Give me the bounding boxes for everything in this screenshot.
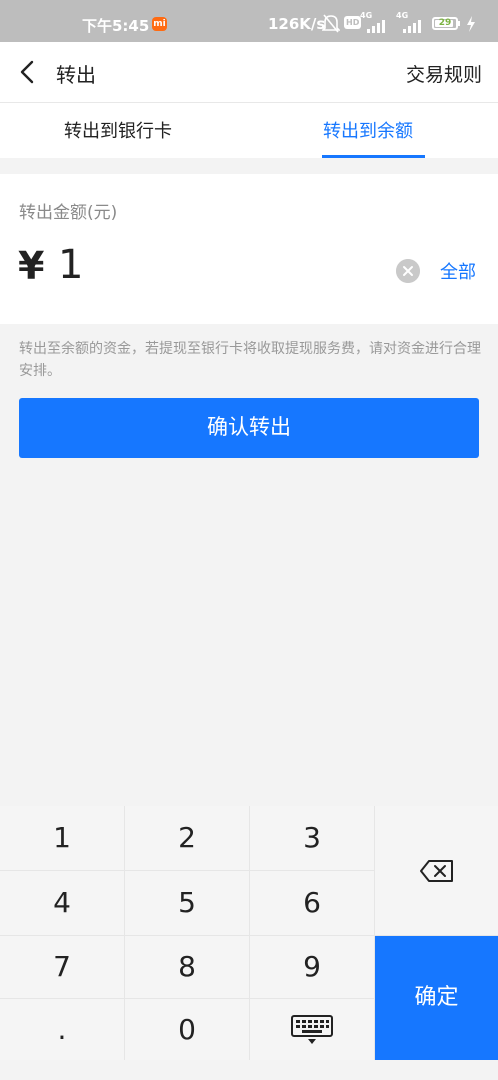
bell-muted-icon [322,14,340,33]
key-0[interactable]: 0 [125,999,249,1060]
signal-icon [367,20,385,33]
all-amount-button[interactable]: 全部 [440,258,476,284]
key-dot[interactable]: . [0,999,124,1060]
signal-icon-2 [403,20,421,33]
hd-icon: HD [344,16,362,29]
confirm-transfer-button[interactable]: 确认转出 [19,398,479,458]
amount-card: 转出金额(元) ¥ 1 全部 [0,174,498,324]
battery-icon: 29 [432,17,458,30]
network-speed: 126K/s [268,15,326,33]
status-bar: 下午5:45 mi 126K/s HD 4G 4G 29 [0,0,498,42]
key-5[interactable]: 5 [125,871,249,935]
key-7[interactable]: 7 [0,936,124,998]
key-6[interactable]: 6 [250,871,374,935]
fee-notice: 转出至余额的资金，若提现至银行卡将收取提现服务费，请对资金进行合理安排。 [19,341,481,379]
status-time: 下午5:45 [82,17,150,35]
charging-icon [467,16,475,32]
backspace-key[interactable] [375,806,498,935]
key-8[interactable]: 8 [125,936,249,998]
trade-rules-link[interactable]: 交易规则 [406,60,482,87]
amount-label: 转出金额(元) [19,203,118,223]
backspace-icon [420,860,453,882]
clear-icon[interactable] [396,259,420,283]
key-2[interactable]: 2 [125,806,249,870]
key-4[interactable]: 4 [0,871,124,935]
back-arrow-icon[interactable] [14,58,42,86]
page-header: 转出 交易规则 [0,42,498,103]
key-9[interactable]: 9 [250,936,374,998]
key-3[interactable]: 3 [250,806,374,870]
battery-level: 29 [438,18,452,28]
active-tab-indicator [322,155,425,158]
keypad-confirm-button[interactable]: 确定 [375,936,498,1060]
numeric-keypad: 1 2 3 4 5 6 7 8 9 . 0 确定 [0,806,498,1060]
bottom-gesture-area [0,1060,498,1080]
currency-symbol: ¥ [18,244,45,288]
mi-badge-icon: mi [152,17,167,31]
key-1[interactable]: 1 [0,806,124,870]
page-title: 转出 [56,63,96,87]
hide-keyboard-key[interactable] [250,999,374,1060]
battery-cap [458,21,460,26]
amount-input[interactable]: 1 [58,242,83,288]
keyboard-hide-icon [291,1015,333,1044]
tab-to-bank-card[interactable]: 转出到银行卡 [64,117,172,143]
tab-bar: 转出到银行卡 转出到余额 [0,103,498,158]
tab-to-balance[interactable]: 转出到余额 [323,117,413,143]
